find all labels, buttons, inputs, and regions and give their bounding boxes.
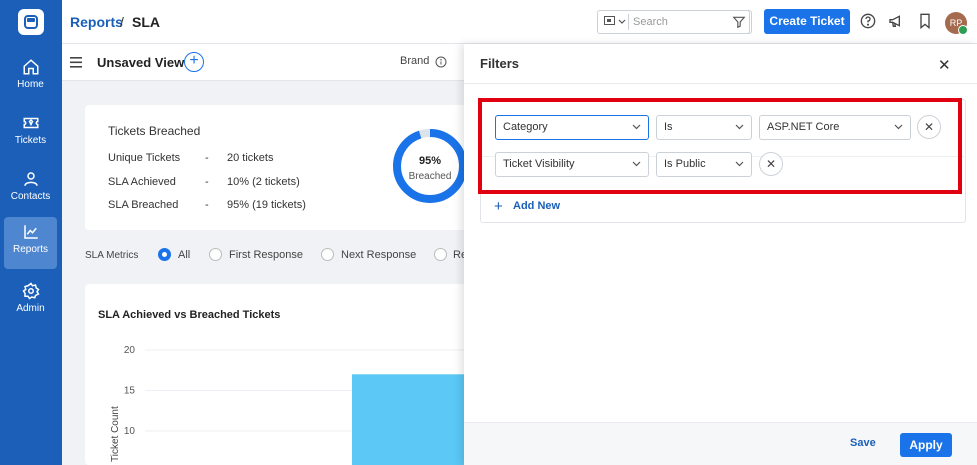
bookmark-icon[interactable] bbox=[918, 13, 932, 29]
save-button[interactable]: Save bbox=[850, 437, 876, 449]
summary-value: 20 tickets bbox=[227, 152, 274, 164]
bar-chart: 10 15 20 Ticket Count bbox=[110, 345, 485, 465]
sidebar-item-label: Home bbox=[17, 79, 44, 90]
sidebar-item-tickets[interactable]: Tickets bbox=[4, 108, 57, 160]
radio-label-first-response: First Response bbox=[229, 249, 303, 261]
summary-dash: - bbox=[205, 152, 209, 164]
breadcrumb-separator: / bbox=[120, 14, 124, 30]
highlight-box bbox=[478, 98, 962, 194]
sidebar-item-label: Admin bbox=[16, 303, 45, 314]
help-icon[interactable] bbox=[860, 13, 876, 29]
sidebar-item-reports[interactable]: Reports bbox=[4, 217, 57, 269]
menu-icon[interactable] bbox=[70, 57, 82, 68]
gear-icon bbox=[21, 282, 40, 300]
radio-label-next-response: Next Response bbox=[341, 249, 417, 261]
filters-title: Filters bbox=[480, 56, 520, 71]
filters-panel-header: Filters ✕ bbox=[464, 44, 977, 84]
y-tick-label: 15 bbox=[124, 386, 136, 397]
view-title: Unsaved View bbox=[97, 55, 185, 70]
y-axis-label: Ticket Count bbox=[110, 406, 121, 462]
summary-dash: - bbox=[205, 176, 209, 188]
search-input[interactable] bbox=[633, 14, 733, 30]
breadcrumb-reports[interactable]: Reports bbox=[70, 14, 123, 30]
radio-label-all: All bbox=[178, 249, 191, 261]
sidebar-item-contacts[interactable]: Contacts bbox=[4, 164, 57, 216]
radio-all[interactable] bbox=[158, 248, 171, 261]
filters-panel-footer: Save Apply bbox=[464, 422, 977, 465]
sla-metrics-label: SLA Metrics bbox=[85, 250, 139, 261]
summary-value: 10% (2 tickets) bbox=[227, 176, 300, 188]
divider bbox=[628, 14, 629, 30]
donut-percent: 95% bbox=[418, 155, 442, 167]
radio-first-response[interactable] bbox=[209, 248, 222, 261]
search-filter-button[interactable] bbox=[728, 10, 750, 34]
add-view-button[interactable]: + bbox=[184, 52, 204, 72]
ticket-icon bbox=[604, 16, 615, 25]
app-logo[interactable] bbox=[18, 9, 44, 35]
donut-label: Breached bbox=[408, 171, 452, 182]
summary-title: Tickets Breached bbox=[108, 124, 201, 138]
summary-value: 95% (19 tickets) bbox=[227, 199, 306, 211]
search-type-dropdown[interactable] bbox=[604, 16, 626, 28]
chart-card: SLA Achieved vs Breached Tickets 10 15 20 T… bbox=[85, 284, 485, 465]
ticket-icon bbox=[23, 117, 38, 129]
add-new-filter-link[interactable]: Add New bbox=[513, 200, 560, 212]
online-status-icon bbox=[958, 25, 968, 35]
summary-label: SLA Breached bbox=[108, 199, 179, 211]
bar[interactable] bbox=[352, 374, 464, 465]
close-icon[interactable]: ✕ bbox=[938, 56, 951, 74]
sidebar-item-label: Reports bbox=[12, 244, 48, 255]
megaphone-icon[interactable] bbox=[888, 13, 904, 29]
plus-icon: + bbox=[494, 198, 503, 215]
create-ticket-button[interactable]: Create Ticket bbox=[764, 9, 850, 34]
radio-next-response[interactable] bbox=[321, 248, 334, 261]
radio-resolution[interactable] bbox=[434, 248, 447, 261]
summary-label: Unique Tickets bbox=[108, 152, 181, 164]
apply-button[interactable]: Apply bbox=[900, 433, 952, 457]
brand-filter-label: Brand bbox=[400, 55, 430, 67]
y-tick-label: 10 bbox=[124, 426, 136, 437]
person-icon bbox=[23, 172, 38, 186]
sidebar-item-home[interactable]: Home bbox=[4, 52, 57, 104]
chart-title: SLA Achieved vs Breached Tickets bbox=[98, 309, 281, 321]
home-icon bbox=[23, 59, 38, 75]
sidebar: Home Tickets Contacts Reports Admin bbox=[0, 0, 62, 465]
filter-icon bbox=[732, 16, 746, 29]
y-tick-label: 20 bbox=[124, 345, 136, 356]
info-icon[interactable] bbox=[435, 56, 447, 68]
chevron-down-icon bbox=[618, 19, 626, 24]
summary-label: SLA Achieved bbox=[108, 176, 176, 188]
chart-icon bbox=[23, 225, 38, 239]
summary-dash: - bbox=[205, 199, 209, 211]
sidebar-item-label: Tickets bbox=[14, 135, 47, 146]
top-bar: Reports / SLA Create Ticket RP bbox=[62, 0, 977, 44]
sidebar-item-admin[interactable]: Admin bbox=[4, 276, 57, 328]
page-title: SLA bbox=[132, 14, 160, 30]
sidebar-item-label: Contacts bbox=[10, 191, 51, 202]
summary-card: Tickets Breached Unique Tickets - 20 tic… bbox=[85, 105, 485, 230]
